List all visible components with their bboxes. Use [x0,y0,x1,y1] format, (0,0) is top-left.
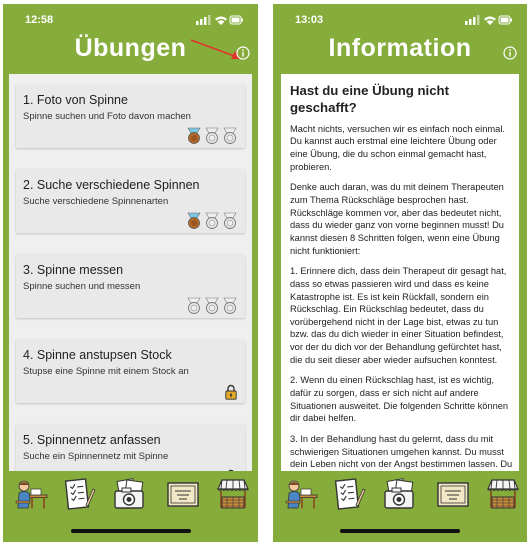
exercise-card[interactable]: 5. Spinnennetz anfassen Suche ein Spinne… [16,424,245,471]
status-time: 12:58 [25,14,54,26]
certificate-icon[interactable] [166,477,200,511]
exercise-subtitle: Suche ein Spinnennetz mit Spinne [23,451,169,462]
exercise-card[interactable]: 3. Spinne messen Spinne suchen und messe… [16,254,245,318]
status-icons [465,15,512,25]
information-panel[interactable]: Hast du eine Übung nicht geschafft? Mach… [281,74,519,471]
information-screen: 13:03 Information Hast du eine Übung nic… [273,4,527,542]
medals-icon [187,127,237,144]
info-paragraph: 2. Wenn du einen Rückschlag hast, ist es… [290,375,509,424]
student-desk-icon[interactable] [285,477,319,511]
exercise-title: 2. Suche verschiedene Spinnen [23,178,200,192]
market-stall-icon[interactable] [216,477,250,511]
camera-photos-icon[interactable] [112,477,146,511]
exercise-subtitle: Stupse eine Spinne mit einem Stock an [23,366,189,377]
medals-icon [187,212,237,229]
notes-checklist-icon[interactable] [62,477,96,511]
status-bar: 12:58 [3,4,258,32]
home-indicator[interactable] [70,529,191,533]
exercise-subtitle: Spinne suchen und messen [23,281,141,292]
exercises-screen: 12:58 Übungen 1. Foto von Spinne Spinne … [3,4,258,542]
exercise-title: 1. Foto von Spinne [23,93,128,107]
certificate-icon[interactable] [436,477,470,511]
status-bar: 13:03 [273,4,527,32]
exercise-title: 4. Spinne anstupsen Stock [23,348,172,362]
home-indicator[interactable] [340,529,460,533]
info-paragraph: 1. Erinnere dich, dass dein Therapeut di… [290,266,507,365]
exercise-card[interactable]: 2. Suche verschiedene Spinnen Suche vers… [16,169,245,233]
exercise-subtitle: Spinne suchen und Foto davon machen [23,111,191,122]
lock-icon [225,384,237,400]
info-icon[interactable] [236,46,250,60]
notes-checklist-icon[interactable] [332,477,366,511]
camera-photos-icon[interactable] [382,477,416,511]
student-desk-icon[interactable] [15,477,49,511]
info-icon[interactable] [503,46,517,60]
exercise-card[interactable]: 4. Spinne anstupsen Stock Stupse eine Sp… [16,339,245,403]
exercise-list[interactable]: 1. Foto von Spinne Spinne suchen und Fot… [9,74,252,471]
exercise-subtitle: Suche verschiedene Spinnenarten [23,196,169,207]
market-stall-icon[interactable] [486,477,520,511]
status-time: 13:03 [295,14,324,26]
info-heading: Hast du eine Übung nicht geschafft? [290,83,449,116]
medals-icon [187,297,237,314]
exercise-card[interactable]: 1. Foto von Spinne Spinne suchen und Fot… [16,84,245,148]
exercise-title: 5. Spinnennetz anfassen [23,433,161,447]
info-paragraph: Macht nichts, versuchen wir es einfach n… [290,123,505,172]
info-paragraph: Denke auch daran, was du mit deinem Ther… [290,182,504,256]
page-title: Information [328,34,472,62]
status-icons [196,15,243,25]
exercise-title: 3. Spinne messen [23,263,124,277]
info-paragraph: 3. In der Behandlung hast du gelernt, da… [290,433,513,470]
